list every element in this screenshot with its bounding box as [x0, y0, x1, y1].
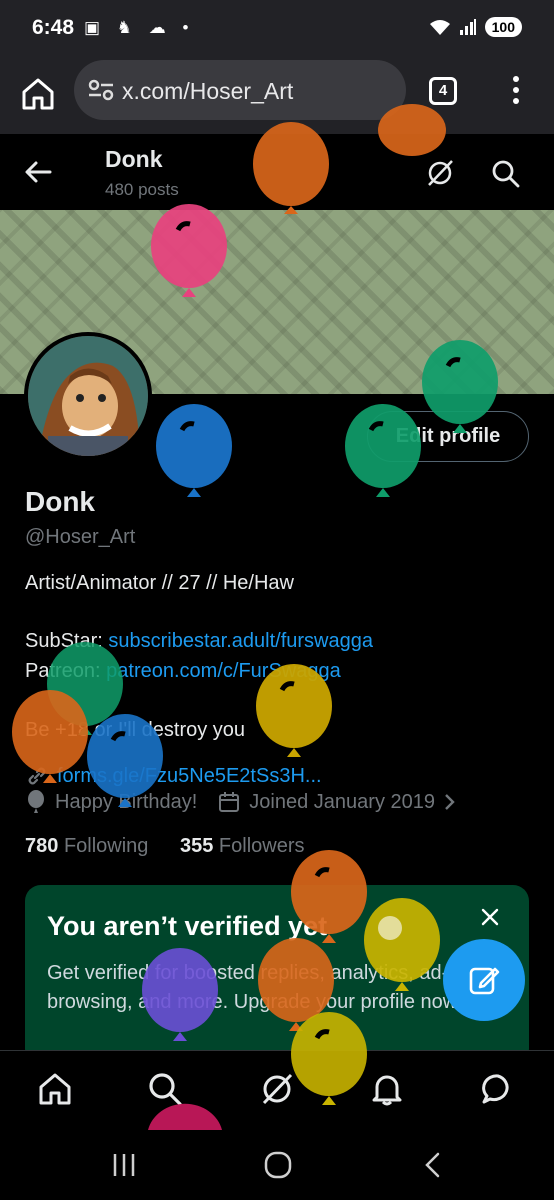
verify-card-text: Get verified for boosted replies, analyt…: [47, 962, 483, 1013]
home-circle-icon[interactable]: [263, 1150, 293, 1180]
compose-post-button[interactable]: [443, 939, 525, 1021]
bio-line: Artist/Animator // 27 // He/Haw: [25, 572, 294, 594]
site-settings-icon[interactable]: [88, 78, 114, 102]
header-name: Donk: [105, 146, 163, 172]
profile-meta-row: Happy Birthday! Joined January 2019: [25, 790, 457, 814]
home-icon[interactable]: [37, 1071, 73, 1107]
bell-icon[interactable]: [369, 1071, 405, 1107]
follow-stats: 780 Following 355 Followers: [25, 835, 305, 858]
balloon-icon: [156, 404, 232, 497]
calendar-icon: [219, 792, 240, 812]
close-icon[interactable]: [480, 907, 500, 927]
following-link[interactable]: 780 Following: [25, 835, 148, 857]
back-chevron-icon[interactable]: [418, 1150, 448, 1180]
bottom-tab-bar: [0, 1050, 554, 1130]
status-bar: 6:48 ▣ ♞ ☁ • 100: [0, 0, 554, 58]
profile-website-link[interactable]: forms.gle/Fzu5Ne5E2tSs3H...: [57, 765, 322, 788]
address-bar[interactable]: x.com/Hoser_Art: [74, 60, 406, 120]
browser-menu-icon[interactable]: [508, 76, 524, 108]
joined-text: Joined January 2019: [249, 790, 435, 813]
bio-patreon: Patreon: patreon.com/c/FurSwagga: [25, 660, 341, 683]
grok-icon[interactable]: [425, 158, 455, 188]
system-navigation-bar: [0, 1130, 554, 1200]
avatar[interactable]: [24, 332, 152, 460]
profile-name: Donk: [25, 486, 95, 517]
substar-link[interactable]: subscribestar.adult/furswagga: [108, 630, 373, 652]
battery-icon: 100: [484, 17, 522, 37]
bio-line: Be +18 or I'll destroy you: [25, 719, 246, 741]
header-post-count: 480 posts: [105, 180, 179, 199]
grok-icon[interactable]: [259, 1071, 295, 1107]
profile-link-row: forms.gle/Fzu5Ne5E2tSs3H...: [25, 764, 322, 788]
recents-icon[interactable]: [109, 1150, 139, 1180]
following-count: 780: [25, 835, 59, 857]
following-label: Following: [63, 835, 149, 857]
browser-home-icon[interactable]: [20, 76, 56, 112]
bio-substar: SubStar: subscribestar.adult/furswagga: [25, 630, 373, 653]
chevron-right-icon[interactable]: [443, 792, 457, 812]
messages-icon[interactable]: [480, 1071, 516, 1107]
verify-card-title: You aren’t verified yet: [47, 911, 328, 941]
notification-icons: ▣ ♞ ☁ •: [84, 18, 195, 37]
birthday-text: Happy Birthday!: [55, 790, 198, 813]
status-right: 100: [429, 17, 522, 37]
profile-handle: @Hoser_Art: [25, 526, 136, 548]
browser-toolbar: x.com/Hoser_Art 4: [0, 58, 554, 134]
patreon-label: Patreon:: [25, 660, 107, 682]
edit-profile-button[interactable]: Edit profile: [367, 411, 529, 462]
search-icon[interactable]: [147, 1071, 183, 1107]
balloon-icon: [28, 790, 44, 813]
tab-switcher-button[interactable]: 4: [429, 77, 457, 105]
avatar-illustration: [28, 336, 148, 456]
status-time: 6:48: [32, 16, 75, 39]
back-arrow-icon[interactable]: [22, 156, 54, 188]
link-icon: [28, 767, 46, 785]
patreon-link[interactable]: patreon.com/c/FurSwagga: [106, 660, 341, 682]
wifi-icon: [429, 20, 450, 35]
followers-link[interactable]: 355 Followers: [180, 835, 305, 857]
followers-count: 355: [179, 835, 214, 857]
url-text[interactable]: x.com/Hoser_Art: [122, 78, 293, 105]
signal-icon: [459, 19, 476, 35]
search-icon[interactable]: [490, 158, 520, 188]
profile-header-bar: Donk 480 posts: [0, 134, 554, 210]
substar-label: SubStar:: [25, 630, 109, 652]
compose-icon: [469, 967, 500, 995]
followers-label: Followers: [218, 835, 305, 857]
